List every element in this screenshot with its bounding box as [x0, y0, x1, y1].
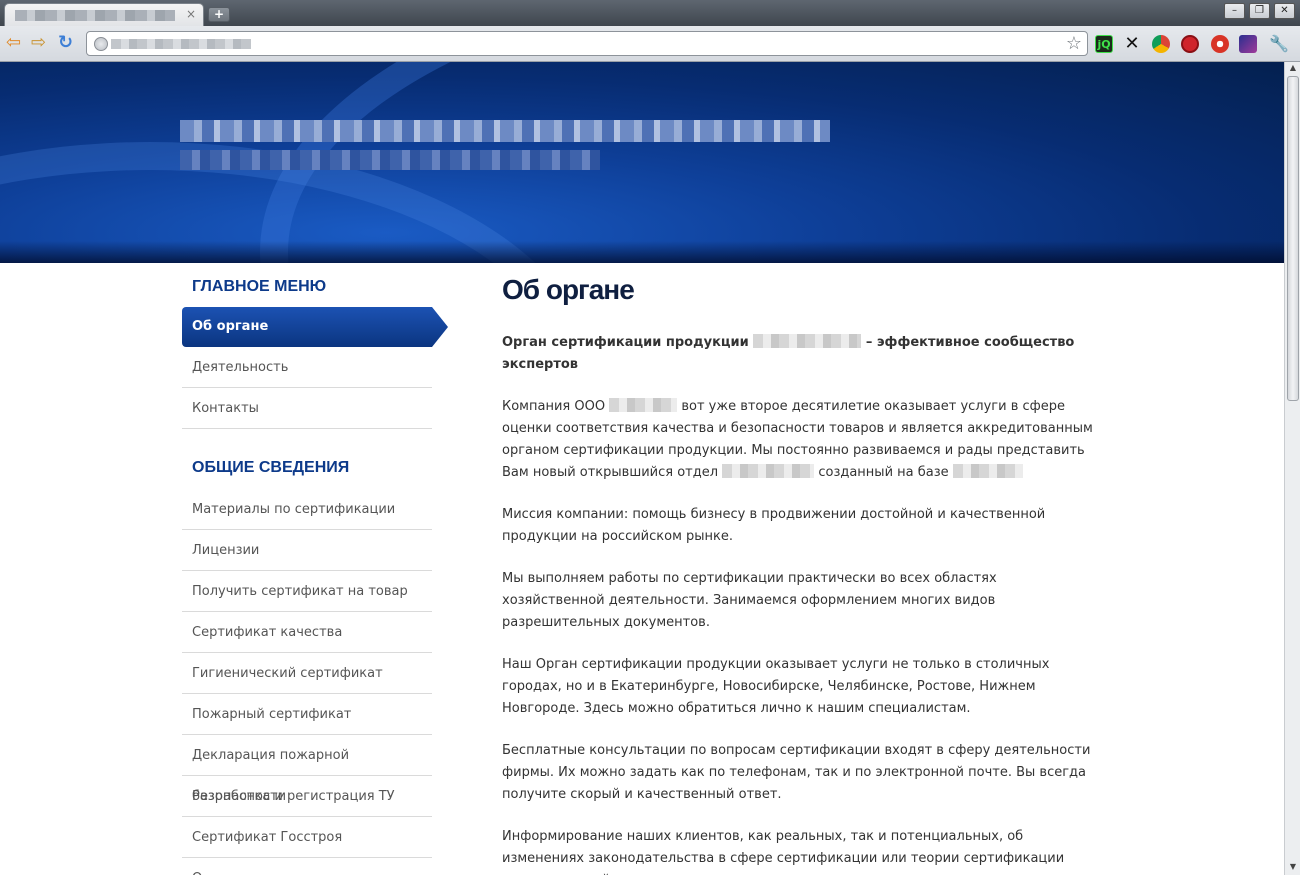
scroll-down-icon[interactable]: ▼ — [1287, 862, 1299, 874]
paragraph-cities: Наш Орган сертификации продукции оказыва… — [502, 657, 1050, 716]
site-banner — [0, 62, 1284, 263]
reload-icon[interactable]: ↻ — [58, 34, 73, 52]
menu-item-gosstroy-certificate[interactable]: Сертификат Госстроя — [182, 817, 432, 858]
tab-title-redacted — [15, 10, 175, 21]
site-tagline-redacted — [180, 150, 600, 170]
menu-item-licenses[interactable]: Лицензии — [182, 530, 432, 571]
minimize-button[interactable]: – — [1224, 3, 1245, 19]
page-scrollbar[interactable]: ▲ ▼ — [1284, 62, 1300, 875]
address-bar[interactable]: ☆ — [86, 31, 1088, 56]
intro-paragraph: Орган сертификации продукции – эффективн… — [502, 334, 1075, 372]
menu-item-fire-certificate[interactable]: Пожарный сертификат — [182, 694, 432, 735]
close-tab-icon[interactable]: × — [186, 7, 196, 21]
menu-item-materials[interactable]: Материалы по сертификации — [182, 489, 432, 530]
menu-item-activity[interactable]: Деятельность — [182, 347, 432, 388]
page-title: Об органе — [502, 274, 635, 305]
bookmark-star-icon[interactable]: ☆ — [1066, 33, 1082, 54]
extension-icon[interactable] — [1239, 35, 1257, 53]
new-tab-button[interactable]: + — [208, 7, 230, 22]
paragraph-mission: Миссия компании: помощь бизнесу в продви… — [502, 507, 1046, 544]
browser-toolbar: ⇦ ⇨ ↻ ☆ jQ ✕ 🔧 — [0, 26, 1300, 62]
x-extension-icon[interactable]: ✕ — [1123, 35, 1141, 53]
menu-item-contacts[interactable]: Контакты — [182, 388, 432, 429]
paragraph-company: Компания ООО вот уже второе десятилетие … — [502, 398, 1093, 480]
menu-item-get-certificate[interactable]: Получить сертификат на товар — [182, 571, 432, 612]
opera-extension-icon[interactable] — [1211, 35, 1229, 53]
menu-item-about[interactable]: Об органе — [182, 307, 448, 347]
scroll-up-icon[interactable]: ▲ — [1287, 63, 1299, 75]
wrench-icon[interactable]: 🔧 — [1269, 35, 1289, 53]
menu-item-tu-registration[interactable]: Разработка и регистрация ТУ — [182, 776, 432, 817]
paragraph-consultations: Бесплатные консультации по вопросам серт… — [502, 743, 1091, 802]
adblock-icon[interactable] — [1181, 35, 1199, 53]
paragraph-informing: Информирование наших клиентов, как реаль… — [502, 829, 1065, 875]
forward-icon[interactable]: ⇨ — [31, 34, 46, 52]
page-viewport: ГЛАВНОЕ МЕНЮ Об органе Деятельность Конт… — [0, 62, 1284, 875]
jquery-extension-icon[interactable]: jQ — [1095, 35, 1113, 53]
sidebar: ГЛАВНОЕ МЕНЮ Об органе Деятельность Конт… — [182, 262, 448, 875]
base-name-redacted — [952, 464, 1023, 478]
main-menu-heading: ГЛАВНОЕ МЕНЮ — [192, 278, 327, 295]
main-content: Об органе Орган сертификации продукции –… — [502, 262, 1102, 875]
general-info-heading: ОБЩИЕ СВЕДЕНИЯ — [192, 459, 350, 476]
menu-item-fire-declaration[interactable]: Декларация пожарной безопасности — [182, 735, 432, 804]
back-icon[interactable]: ⇦ — [6, 34, 21, 52]
company-name-redacted — [609, 398, 678, 412]
browser-tab[interactable]: × — [4, 3, 204, 26]
department-name-redacted — [722, 464, 815, 478]
menu-item-quality-certificate[interactable]: Сертификат качества — [182, 612, 432, 653]
url-redacted — [111, 39, 251, 49]
chrome-extension-icon[interactable] — [1152, 35, 1170, 53]
paragraph-works: Мы выполняем работы по сертификации прак… — [502, 571, 997, 630]
close-window-button[interactable]: ✕ — [1274, 3, 1295, 19]
site-logo-redacted[interactable] — [180, 120, 830, 142]
maximize-button[interactable]: ❐ — [1249, 3, 1270, 19]
menu-item-more[interactable]: О... — [182, 858, 432, 875]
tab-strip: × + – ❐ ✕ — [0, 0, 1300, 26]
globe-icon — [94, 37, 108, 51]
menu-item-hygienic-certificate[interactable]: Гигиенический сертификат — [182, 653, 432, 694]
company-name-redacted — [753, 334, 862, 348]
scrollbar-thumb[interactable] — [1287, 76, 1299, 401]
